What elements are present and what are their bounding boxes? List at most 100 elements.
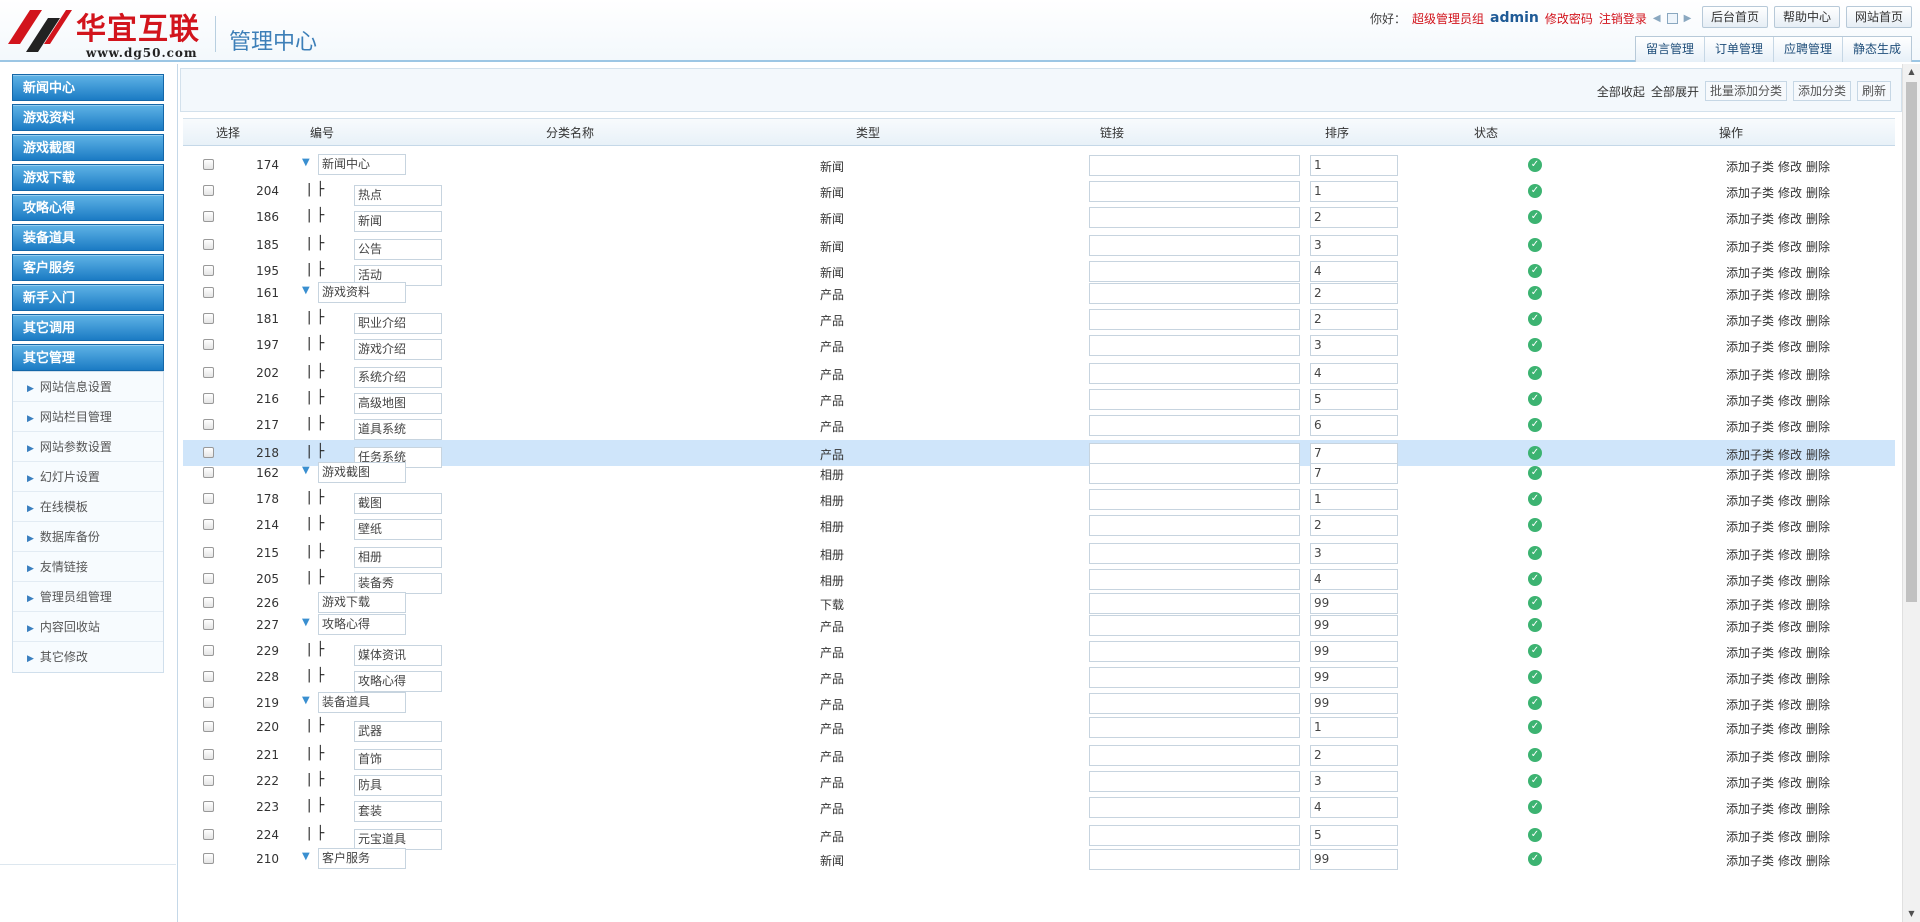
- check-circle-icon[interactable]: ✓: [1528, 286, 1542, 300]
- delete-link[interactable]: 删除: [1806, 750, 1830, 764]
- add-subcategory-link[interactable]: 添加子类: [1726, 750, 1774, 764]
- sort-input[interactable]: 1: [1310, 489, 1398, 510]
- delete-link[interactable]: 删除: [1806, 802, 1830, 816]
- add-subcategory-link[interactable]: 添加子类: [1726, 646, 1774, 660]
- edit-link[interactable]: 修改: [1778, 646, 1802, 660]
- table-row[interactable]: 214 |├ 壁纸 相册 2 ✓ 添加子类 修改 删除: [183, 512, 1895, 540]
- sort-input[interactable]: 3: [1310, 235, 1398, 256]
- sort-input[interactable]: 5: [1310, 389, 1398, 410]
- link-input[interactable]: [1089, 667, 1300, 688]
- category-name-input[interactable]: 套装: [354, 801, 442, 822]
- delete-link[interactable]: 删除: [1806, 854, 1830, 868]
- add-subcategory-link[interactable]: 添加子类: [1726, 368, 1774, 382]
- table-row[interactable]: 204 |├ 热点 新闻 1 ✓ 添加子类 修改 删除: [183, 178, 1895, 206]
- category-name-input[interactable]: 游戏资料: [318, 282, 406, 303]
- add-subcategory-link[interactable]: 添加子类: [1726, 598, 1774, 612]
- edit-link[interactable]: 修改: [1778, 160, 1802, 174]
- table-row[interactable]: 178 |├ 截图 相册 1 ✓ 添加子类 修改 删除: [183, 486, 1895, 514]
- check-circle-icon[interactable]: ✓: [1528, 418, 1542, 432]
- link-input[interactable]: [1089, 615, 1300, 636]
- refresh-button[interactable]: 刷新: [1856, 81, 1891, 101]
- delete-link[interactable]: 删除: [1806, 574, 1830, 588]
- add-subcategory-link[interactable]: 添加子类: [1726, 548, 1774, 562]
- delete-link[interactable]: 删除: [1806, 672, 1830, 686]
- link-input[interactable]: [1089, 489, 1300, 510]
- check-circle-icon[interactable]: ✓: [1528, 366, 1542, 380]
- sort-input[interactable]: 99: [1310, 615, 1398, 636]
- add-subcategory-link[interactable]: 添加子类: [1726, 266, 1774, 280]
- sort-input[interactable]: 99: [1310, 849, 1398, 870]
- sort-input[interactable]: 4: [1310, 363, 1398, 384]
- check-circle-icon[interactable]: ✓: [1528, 720, 1542, 734]
- add-subcategory-link[interactable]: 添加子类: [1726, 574, 1774, 588]
- sort-input[interactable]: 99: [1310, 641, 1398, 662]
- table-row[interactable]: 185 |├ 公告 新闻 3 ✓ 添加子类 修改 删除: [183, 232, 1895, 260]
- row-checkbox[interactable]: [203, 801, 214, 812]
- sort-input[interactable]: 2: [1310, 309, 1398, 330]
- chevron-down-icon[interactable]: ▼: [302, 465, 310, 476]
- row-checkbox[interactable]: [203, 159, 214, 170]
- check-circle-icon[interactable]: ✓: [1528, 184, 1542, 198]
- delete-link[interactable]: 删除: [1806, 186, 1830, 200]
- edit-link[interactable]: 修改: [1778, 574, 1802, 588]
- row-checkbox[interactable]: [203, 265, 214, 276]
- delete-link[interactable]: 删除: [1806, 394, 1830, 408]
- sort-input[interactable]: 3: [1310, 335, 1398, 356]
- category-name-input[interactable]: 壁纸: [354, 519, 442, 540]
- category-name-input[interactable]: 新闻中心: [318, 154, 406, 175]
- chevron-down-icon[interactable]: ▼: [302, 695, 310, 706]
- sidebar-item-other-calls[interactable]: 其它调用: [12, 314, 164, 341]
- delete-link[interactable]: 删除: [1806, 240, 1830, 254]
- sidebar-item-game-screenshots[interactable]: 游戏截图: [12, 134, 164, 161]
- link-input[interactable]: [1089, 717, 1300, 738]
- link-input[interactable]: [1089, 641, 1300, 662]
- category-name-input[interactable]: 游戏介绍: [354, 339, 442, 360]
- sort-input[interactable]: 99: [1310, 667, 1398, 688]
- delete-link[interactable]: 删除: [1806, 340, 1830, 354]
- sort-input[interactable]: 2: [1310, 207, 1398, 228]
- table-row[interactable]: 219 ▼ 装备道具 产品 99 ✓ 添加子类 修改 删除: [183, 690, 1895, 716]
- delete-link[interactable]: 删除: [1806, 212, 1830, 226]
- category-name-input[interactable]: 热点: [354, 185, 442, 206]
- sidebar-subitem[interactable]: ▶ 管理员组管理: [13, 582, 163, 612]
- row-checkbox[interactable]: [203, 573, 214, 584]
- link-input[interactable]: [1089, 825, 1300, 846]
- scrollbar-thumb[interactable]: [1906, 82, 1917, 602]
- chevron-down-icon[interactable]: ▼: [302, 285, 310, 296]
- link-input[interactable]: [1089, 261, 1300, 282]
- add-subcategory-link[interactable]: 添加子类: [1726, 340, 1774, 354]
- link-input[interactable]: [1089, 693, 1300, 714]
- category-name-input[interactable]: 新闻: [354, 211, 442, 232]
- collapse-all-link[interactable]: 全部收起: [1597, 83, 1645, 100]
- check-circle-icon[interactable]: ✓: [1528, 748, 1542, 762]
- edit-link[interactable]: 修改: [1778, 722, 1802, 736]
- link-input[interactable]: [1089, 207, 1300, 228]
- row-checkbox[interactable]: [203, 367, 214, 378]
- link-input[interactable]: [1089, 283, 1300, 304]
- check-circle-icon[interactable]: ✓: [1528, 828, 1542, 842]
- add-subcategory-link[interactable]: 添加子类: [1726, 240, 1774, 254]
- add-subcategory-link[interactable]: 添加子类: [1726, 160, 1774, 174]
- delete-link[interactable]: 删除: [1806, 698, 1830, 712]
- delete-link[interactable]: 删除: [1806, 368, 1830, 382]
- link-input[interactable]: [1089, 463, 1300, 484]
- change-password-link[interactable]: 修改密码: [1545, 10, 1593, 27]
- row-checkbox[interactable]: [203, 313, 214, 324]
- add-subcategory-link[interactable]: 添加子类: [1726, 314, 1774, 328]
- category-name-input[interactable]: 高级地图: [354, 393, 442, 414]
- sidebar-subitem[interactable]: ▶ 网站信息设置: [13, 372, 163, 402]
- sort-input[interactable]: 1: [1310, 181, 1398, 202]
- edit-link[interactable]: 修改: [1778, 420, 1802, 434]
- category-name-input[interactable]: 游戏截图: [318, 462, 406, 483]
- delete-link[interactable]: 删除: [1806, 520, 1830, 534]
- check-circle-icon[interactable]: ✓: [1528, 572, 1542, 586]
- check-circle-icon[interactable]: ✓: [1528, 670, 1542, 684]
- add-subcategory-link[interactable]: 添加子类: [1726, 394, 1774, 408]
- check-circle-icon[interactable]: ✓: [1528, 338, 1542, 352]
- table-row[interactable]: 223 |├ 套装 产品 4 ✓ 添加子类 修改 删除: [183, 794, 1895, 822]
- delete-link[interactable]: 删除: [1806, 830, 1830, 844]
- delete-link[interactable]: 删除: [1806, 288, 1830, 302]
- row-checkbox[interactable]: [203, 671, 214, 682]
- add-subcategory-link[interactable]: 添加子类: [1726, 494, 1774, 508]
- edit-link[interactable]: 修改: [1778, 212, 1802, 226]
